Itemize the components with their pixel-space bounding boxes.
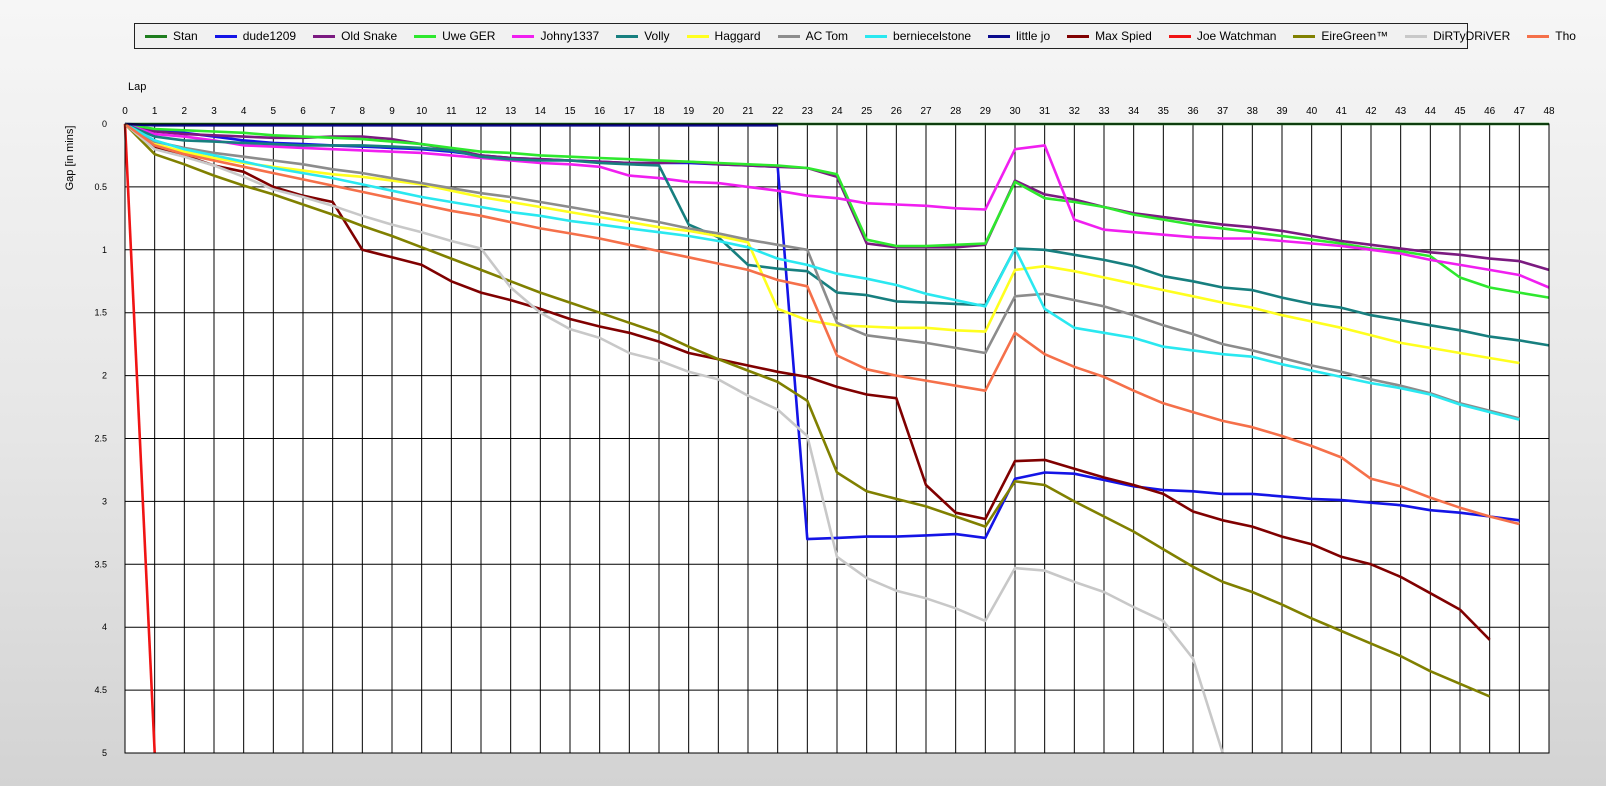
x-tick-label: 45 (1454, 106, 1466, 117)
x-tick-label: 19 (683, 106, 695, 117)
y-tick-label: 0.5 (94, 182, 107, 192)
x-tick-label: 3 (211, 106, 217, 117)
x-tick-label: 14 (535, 106, 547, 117)
x-tick-label: 5 (271, 106, 277, 117)
x-tick-label: 30 (1009, 106, 1021, 117)
x-tick-label: 44 (1425, 106, 1437, 117)
x-tick-label: 33 (1098, 106, 1110, 117)
x-tick-label: 20 (713, 106, 725, 117)
x-tick-label: 42 (1365, 106, 1377, 117)
x-tick-label: 10 (416, 106, 428, 117)
x-tick-label: 2 (182, 106, 188, 117)
x-tick-label: 4 (241, 106, 247, 117)
x-tick-label: 48 (1543, 106, 1555, 117)
x-tick-label: 31 (1039, 106, 1051, 117)
y-tick-label: 1.5 (94, 308, 107, 318)
x-tick-label: 26 (891, 106, 903, 117)
x-tick-label: 7 (330, 106, 336, 117)
x-tick-label: 38 (1247, 106, 1259, 117)
y-tick-label: 3 (102, 496, 107, 506)
x-tick-label: 46 (1484, 106, 1496, 117)
x-axis-label: Lap (128, 81, 146, 93)
x-tick-label: 13 (505, 106, 517, 117)
x-tick-label: 41 (1336, 106, 1348, 117)
x-tick-label: 47 (1514, 106, 1526, 117)
y-tick-label: 4.5 (94, 685, 107, 695)
y-tick-label: 3.5 (94, 559, 107, 569)
x-tick-label: 24 (831, 106, 843, 117)
x-tick-label: 6 (300, 106, 306, 117)
x-tick-label: 29 (980, 106, 992, 117)
x-tick-label: 40 (1306, 106, 1318, 117)
x-tick-label: 34 (1128, 106, 1140, 117)
x-tick-label: 9 (389, 106, 395, 117)
x-tick-label: 23 (802, 106, 814, 117)
y-tick-labels: 0 0.5 1 1.5 2 2.5 3 3.5 4 4.5 5 (94, 119, 107, 758)
y-axis-label: Gap [in mins] (64, 126, 76, 191)
x-tick-label: 25 (861, 106, 873, 117)
x-tick-label: 8 (360, 106, 366, 117)
x-tick-label: 28 (950, 106, 962, 117)
x-tick-label: 37 (1217, 106, 1229, 117)
y-tick-label: 4 (102, 622, 107, 632)
x-tick-label: 17 (624, 106, 636, 117)
y-tick-label: 2.5 (94, 434, 107, 444)
x-tick-label: 15 (564, 106, 576, 117)
x-tick-label: 36 (1187, 106, 1199, 117)
x-tick-label: 11 (446, 106, 457, 117)
x-tick-label: 43 (1395, 106, 1407, 117)
x-tick-label: 12 (475, 106, 487, 117)
x-tick-label: 35 (1158, 106, 1170, 117)
x-tick-label: 39 (1276, 106, 1288, 117)
y-tick-label: 0 (102, 119, 107, 129)
x-tick-label: 21 (742, 106, 754, 117)
gap-chart: 0 1 2 3 4 5 6 7 8 9 10 11 12 13 14 15 16 17 18 19 20 21 22 23 24… (64, 81, 1555, 758)
y-tick-label: 1 (102, 245, 107, 255)
x-tick-label: 22 (772, 106, 784, 117)
x-tick-label: 32 (1069, 106, 1081, 117)
y-tick-label: 2 (102, 371, 107, 381)
x-tick-label: 18 (653, 106, 665, 117)
y-tick-label: 5 (102, 748, 107, 758)
x-tick-label: 27 (920, 106, 932, 117)
x-tick-label: 0 (122, 106, 128, 117)
x-tick-label: 1 (152, 106, 158, 117)
x-tick-labels: 0 1 2 3 4 5 6 7 8 9 10 11 12 13 14 15 16 17 18 19 20 21 22 23 24… (122, 106, 1555, 117)
x-tick-label: 16 (594, 106, 606, 117)
